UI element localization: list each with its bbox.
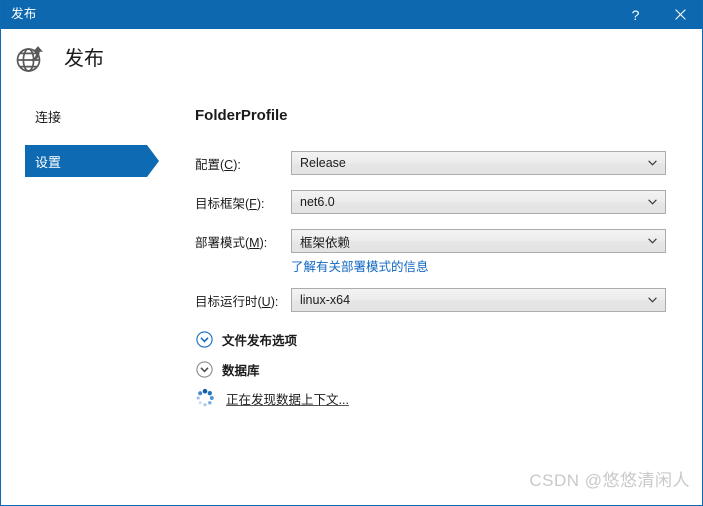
field-row-target-framework: 目标框架(F): net6.0 — [195, 190, 675, 214]
expander-label: 文件发布选项 — [222, 333, 298, 348]
question-mark-icon: ? — [631, 6, 640, 23]
label-accelerator: C — [224, 157, 234, 172]
chevron-down-icon — [648, 152, 657, 174]
field-row-configuration: 配置(C): Release — [195, 151, 675, 175]
chevron-down-icon — [648, 289, 657, 311]
window-title: 发布 — [11, 7, 37, 21]
label-prefix: 配置( — [195, 157, 225, 172]
label-prefix: 部署模式( — [195, 235, 250, 250]
close-button[interactable] — [658, 0, 702, 29]
title-bar: 发布 ? — [1, 0, 702, 29]
configuration-value: Release — [300, 156, 346, 170]
label-deployment-mode: 部署模式(M): — [195, 232, 291, 251]
expander-file-publish-options[interactable]: 文件发布选项 — [195, 327, 675, 351]
configuration-dropdown[interactable]: Release — [291, 151, 666, 175]
deployment-mode-help-row: 了解有关部署模式的信息 — [291, 256, 675, 274]
label-accelerator: M — [249, 235, 260, 250]
target-runtime-value: linux-x64 — [300, 293, 351, 307]
globe-publish-icon — [11, 40, 49, 78]
expander-label: 数据库 — [222, 363, 260, 378]
help-button[interactable]: ? — [613, 0, 658, 29]
label-suffix: ): — [233, 157, 241, 172]
chevron-down-circle-icon — [195, 360, 213, 378]
label-configuration: 配置(C): — [195, 154, 291, 173]
publish-dialog: 发布 ? 发布 连接 设置 FolderProfile 配置(C): Relea… — [0, 0, 703, 506]
page-title: FolderProfile — [195, 107, 288, 124]
sidebar-item-label: 连接 — [35, 109, 62, 125]
label-target-runtime: 目标运行时(U): — [195, 291, 291, 310]
field-row-target-runtime: 目标运行时(U): linux-x64 — [195, 288, 675, 312]
label-accelerator: F — [249, 196, 257, 211]
dialog-header: 发布 — [1, 29, 702, 88]
label-target-framework: 目标框架(F): — [195, 193, 291, 212]
label-suffix: ): — [256, 196, 265, 211]
target-framework-value: net6.0 — [300, 195, 335, 209]
sidebar-item-connection[interactable]: 连接 — [1, 100, 181, 132]
field-row-deployment-mode: 部署模式(M): 框架依赖 — [195, 229, 675, 253]
label-suffix: ): — [270, 294, 279, 309]
header-title: 发布 — [64, 47, 104, 70]
target-framework-dropdown[interactable]: net6.0 — [291, 190, 666, 214]
settings-panel: FolderProfile 配置(C): Release 目标框架(F): ne… — [195, 107, 675, 409]
discovery-status-text: 正在发现数据上下文... — [226, 392, 349, 407]
chevron-down-circle-icon — [195, 330, 213, 348]
discovery-status-row: 正在发现数据上下文... — [195, 387, 675, 409]
watermark: CSDN @悠悠清闲人 — [529, 471, 690, 490]
chevron-down-icon — [648, 230, 657, 252]
expander-database[interactable]: 数据库 — [195, 357, 675, 381]
deployment-mode-value: 框架依赖 — [300, 235, 351, 250]
label-accelerator: U — [261, 294, 271, 309]
label-prefix: 目标运行时( — [195, 294, 262, 309]
label-suffix: ): — [259, 235, 268, 250]
label-prefix: 目标框架( — [195, 196, 250, 211]
sidebar-item-label: 设置 — [35, 154, 62, 170]
deployment-mode-help-link[interactable]: 了解有关部署模式的信息 — [291, 256, 429, 275]
close-icon — [675, 9, 686, 20]
chevron-down-icon — [648, 191, 657, 213]
sidebar-item-settings[interactable]: 设置 — [25, 145, 159, 177]
deployment-mode-dropdown[interactable]: 框架依赖 — [291, 229, 666, 253]
target-runtime-dropdown[interactable]: linux-x64 — [291, 288, 666, 312]
sidebar: 连接 设置 — [1, 100, 181, 177]
loading-spinner — [195, 388, 215, 408]
